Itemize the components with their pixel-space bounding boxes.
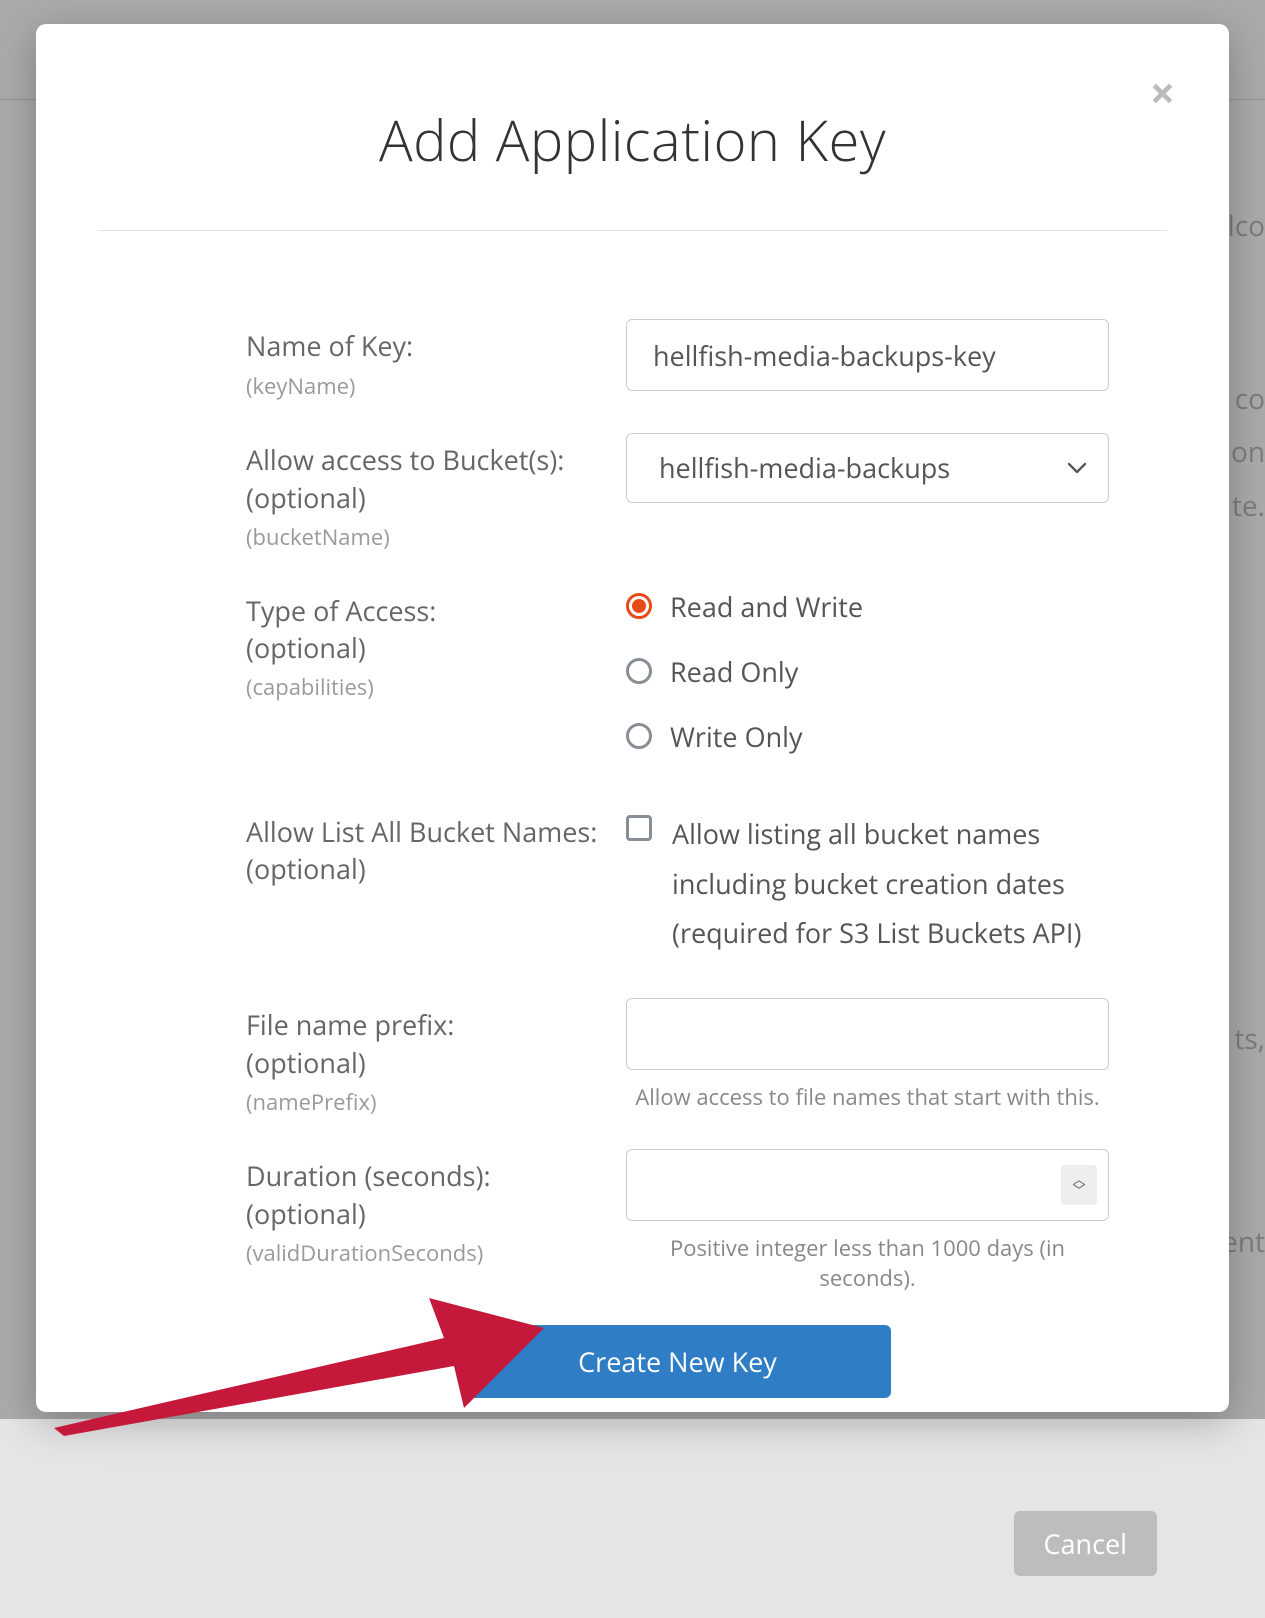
label-duration-code: (validDurationSeconds) xyxy=(246,1238,606,1268)
row-bucket: Allow access to Bucket(s): (optional) (b… xyxy=(246,433,1109,552)
add-application-key-modal: × Add Application Key Name of Key: (keyN… xyxy=(36,24,1229,1412)
label-access-optional: (optional) xyxy=(246,629,606,666)
label-duration-optional: (optional) xyxy=(246,1195,606,1232)
radio-write-only[interactable]: Write Only xyxy=(626,718,1109,755)
row-list-all: Allow List All Bucket Names: (optional) … xyxy=(246,805,1109,959)
row-prefix: File name prefix: (optional) (namePrefix… xyxy=(246,998,1109,1117)
modal-title: Add Application Key xyxy=(36,24,1229,230)
label-list-all: Allow List All Bucket Names: xyxy=(246,813,606,851)
cancel-button[interactable]: Cancel xyxy=(1014,1511,1157,1576)
radio-icon-selected xyxy=(626,593,652,619)
chevron-down-icon: ﹀ xyxy=(1072,1185,1085,1197)
label-access: Type of Access: xyxy=(246,592,606,630)
row-duration: Duration (seconds): (optional) (validDur… xyxy=(246,1149,1109,1293)
label-bucket-code: (bucketName) xyxy=(246,522,606,552)
radio-read-write[interactable]: Read and Write xyxy=(626,588,1109,625)
radio-label: Write Only xyxy=(670,718,802,755)
label-prefix: File name prefix: xyxy=(246,1006,606,1044)
bucket-select[interactable]: hellfish-media-backups xyxy=(626,433,1109,503)
radio-icon xyxy=(626,658,652,684)
duration-help: Positive integer less than 1000 days (in… xyxy=(626,1233,1109,1293)
list-all-checkbox-label: Allow listing all bucket names including… xyxy=(672,809,1109,959)
key-name-input[interactable] xyxy=(626,319,1109,391)
label-bucket-optional: (optional) xyxy=(246,479,606,516)
radio-label: Read and Write xyxy=(670,588,863,625)
close-icon[interactable]: × xyxy=(1150,70,1175,114)
number-stepper[interactable]: ︿ ﹀ xyxy=(1061,1165,1097,1205)
label-access-code: (capabilities) xyxy=(246,672,606,702)
radio-read-only[interactable]: Read Only xyxy=(626,653,1109,690)
prefix-input[interactable] xyxy=(626,998,1109,1070)
radio-label: Read Only xyxy=(670,653,798,690)
label-prefix-optional: (optional) xyxy=(246,1044,606,1081)
prefix-help: Allow access to file names that start wi… xyxy=(626,1082,1109,1112)
list-all-checkbox[interactable] xyxy=(626,815,652,841)
label-bucket: Allow access to Bucket(s): xyxy=(246,441,606,479)
radio-icon xyxy=(626,723,652,749)
label-key-name-code: (keyName) xyxy=(246,371,606,401)
create-key-button[interactable]: Create New Key xyxy=(464,1325,891,1398)
label-key-name: Name of Key: xyxy=(246,327,606,365)
duration-input[interactable] xyxy=(626,1149,1109,1221)
label-prefix-code: (namePrefix) xyxy=(246,1087,606,1117)
label-list-all-optional: (optional) xyxy=(246,850,606,887)
row-access: Type of Access: (optional) (capabilities… xyxy=(246,584,1109,755)
row-key-name: Name of Key: (keyName) xyxy=(246,319,1109,401)
label-duration: Duration (seconds): xyxy=(246,1157,606,1195)
